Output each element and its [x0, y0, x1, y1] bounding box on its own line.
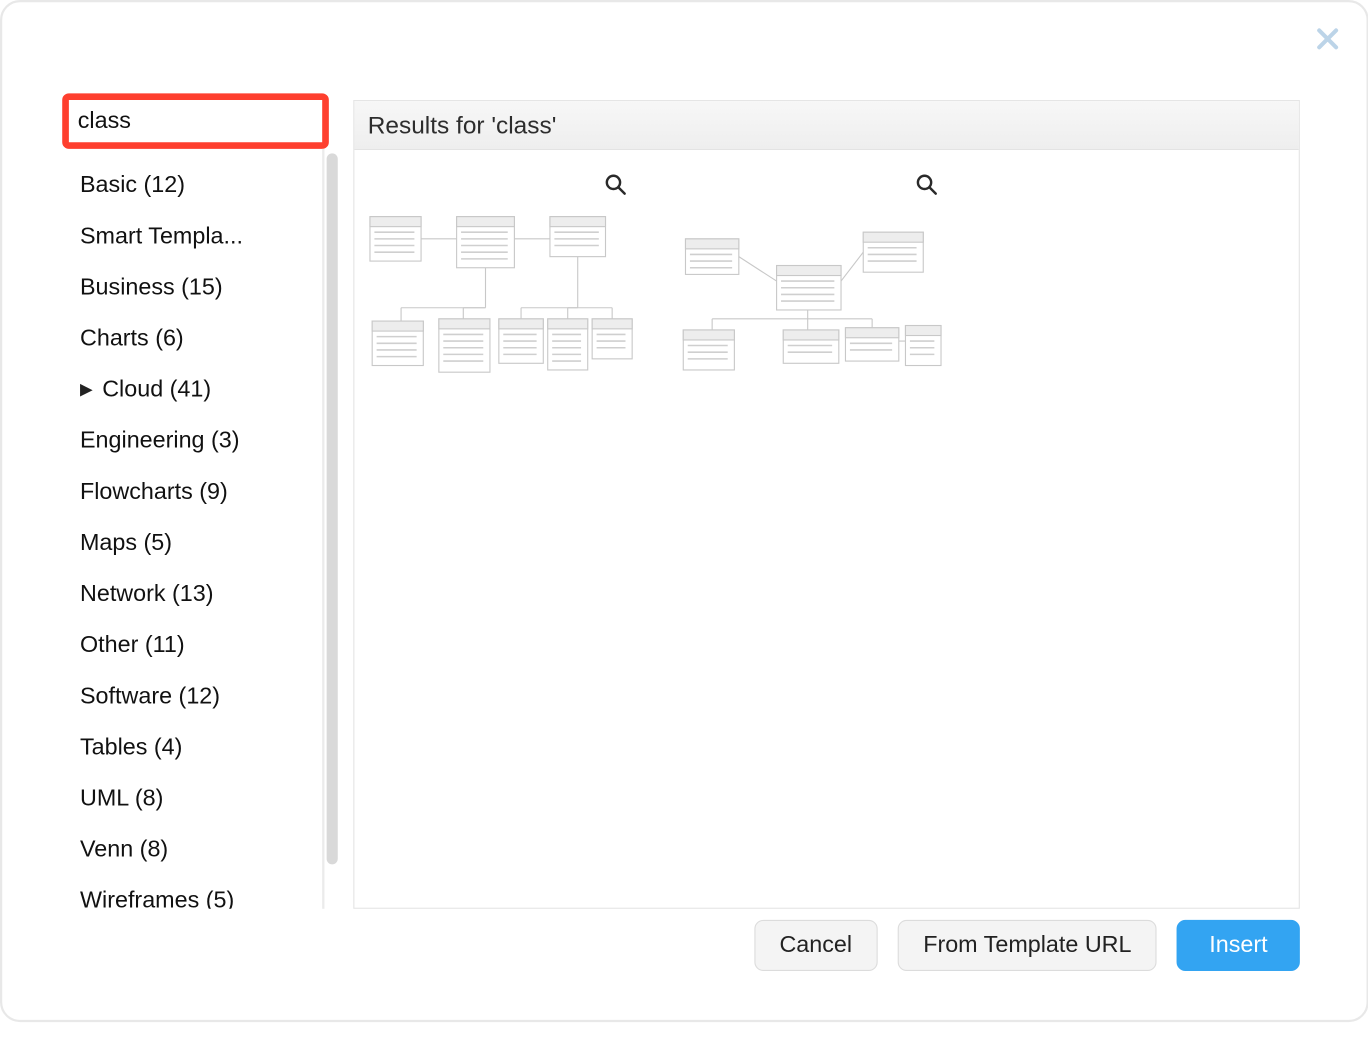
results-panel: Results for 'class' [353, 100, 1300, 909]
category-label: Tables (4) [80, 722, 182, 773]
category-item[interactable]: Other (11) [73, 620, 322, 671]
category-label: Software (12) [80, 671, 220, 722]
expand-triangle-icon[interactable]: ▶ [80, 364, 100, 415]
category-label: Charts (6) [80, 313, 184, 364]
category-label: Wireframes (5) [80, 875, 234, 908]
results-header: Results for 'class' [354, 101, 1298, 150]
template-thumbnail[interactable] [668, 208, 948, 399]
category-item[interactable]: Wireframes (5) [73, 875, 322, 908]
dialog: Basic (12)Smart Templa...Business (15)Ch… [0, 0, 1368, 1022]
category-item[interactable]: Business (15) [73, 262, 322, 313]
category-item[interactable]: Engineering (3) [73, 416, 322, 467]
category-item[interactable]: Network (13) [73, 569, 322, 620]
template-result-1[interactable] [357, 170, 637, 399]
sidebar: Basic (12)Smart Templa...Business (15)Ch… [69, 100, 322, 909]
category-label: Engineering (3) [80, 416, 240, 467]
category-list: Basic (12)Smart Templa...Business (15)Ch… [69, 153, 322, 908]
category-item[interactable]: Smart Templa... [73, 211, 322, 262]
category-item[interactable]: Software (12) [73, 671, 322, 722]
category-label: Network (13) [80, 569, 214, 620]
from-template-url-button[interactable]: From Template URL [898, 920, 1157, 971]
category-item[interactable]: UML (8) [73, 773, 322, 824]
category-label: Flowcharts (9) [80, 467, 228, 518]
category-item[interactable]: Flowcharts (9) [73, 467, 322, 518]
results-body [354, 150, 1298, 908]
category-label: Cloud (41) [102, 364, 211, 415]
category-label: Business (15) [80, 262, 223, 313]
category-label: Venn (8) [80, 824, 168, 875]
search-highlight [62, 93, 329, 149]
search-box [69, 100, 322, 142]
category-label: Other (11) [80, 620, 185, 671]
category-item[interactable]: ▶Cloud (41) [73, 364, 322, 415]
category-item[interactable]: Tables (4) [73, 722, 322, 773]
category-label: Smart Templa... [80, 211, 243, 262]
close-icon[interactable] [1313, 24, 1344, 55]
magnify-icon[interactable] [912, 170, 941, 199]
cancel-button[interactable]: Cancel [754, 920, 878, 971]
category-label: Maps (5) [80, 518, 172, 569]
content: Basic (12)Smart Templa...Business (15)Ch… [69, 100, 1300, 909]
dialog-footer: Cancel From Template URL Insert [754, 920, 1300, 971]
category-list-holder: Basic (12)Smart Templa...Business (15)Ch… [69, 153, 322, 908]
template-result-2[interactable] [668, 170, 948, 399]
category-label: Basic (12) [80, 160, 185, 211]
category-item[interactable]: Venn (8) [73, 824, 322, 875]
category-label: UML (8) [80, 773, 163, 824]
sidebar-divider [322, 149, 324, 909]
template-thumbnail[interactable] [357, 208, 637, 399]
search-input[interactable] [78, 107, 379, 134]
sidebar-scrollbar[interactable] [327, 153, 338, 864]
insert-button[interactable]: Insert [1177, 920, 1300, 971]
category-item[interactable]: Maps (5) [73, 518, 322, 569]
category-item[interactable]: Charts (6) [73, 313, 322, 364]
magnify-icon[interactable] [601, 170, 630, 199]
category-item[interactable]: Basic (12) [73, 160, 322, 211]
